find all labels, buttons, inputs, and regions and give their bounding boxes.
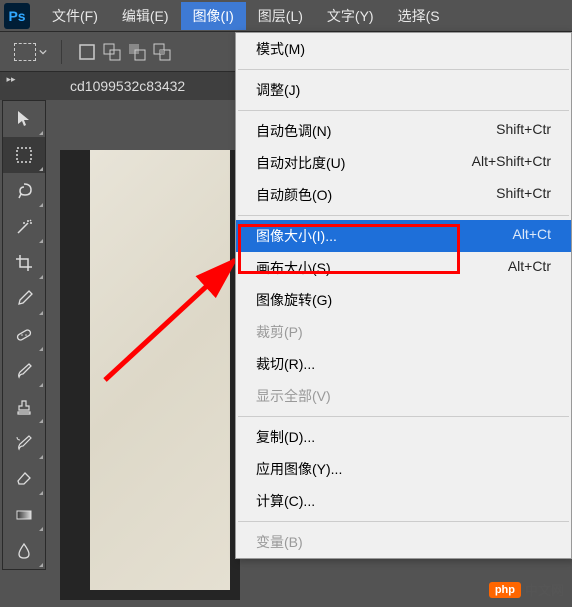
marquee-icon [14, 145, 34, 165]
menu-trim[interactable]: 裁切(R)... [236, 348, 571, 380]
menu-mode[interactable]: 模式(M) [236, 33, 571, 65]
healing-brush-tool[interactable] [3, 317, 45, 353]
clone-stamp-tool[interactable] [3, 389, 45, 425]
brush-icon [14, 361, 34, 381]
droplet-icon [14, 541, 34, 561]
menu-bar: Ps 文件(F) 编辑(E) 图像(I) 图层(L) 文字(Y) 选择(S [0, 0, 572, 32]
watermark: php 中文网 [489, 580, 564, 599]
menu-duplicate[interactable]: 复制(D)... [236, 421, 571, 453]
watermark-badge: php [489, 582, 521, 598]
menu-select[interactable]: 选择(S [386, 2, 452, 30]
lasso-icon [14, 181, 34, 201]
selection-new-icon[interactable] [76, 41, 98, 63]
menu-image-size[interactable]: 图像大小(I)...Alt+Ct [236, 220, 571, 252]
menu-file[interactable]: 文件(F) [40, 2, 110, 30]
eraser-tool[interactable] [3, 461, 45, 497]
crop-icon [14, 253, 34, 273]
eraser-icon [14, 469, 34, 489]
selection-intersect-icon[interactable] [151, 41, 173, 63]
menu-auto-tone[interactable]: 自动色调(N)Shift+Ctr [236, 115, 571, 147]
selection-add-icon[interactable] [101, 41, 123, 63]
selection-subtract-icon[interactable] [126, 41, 148, 63]
bandaid-icon [14, 325, 34, 345]
lasso-tool[interactable] [3, 173, 45, 209]
menu-auto-color[interactable]: 自动颜色(O)Shift+Ctr [236, 179, 571, 211]
history-brush-icon [14, 433, 34, 453]
menu-image[interactable]: 图像(I) [181, 2, 246, 30]
stamp-icon [14, 397, 34, 417]
menu-adjustments[interactable]: 调整(J) [236, 74, 571, 106]
brush-tool[interactable] [3, 353, 45, 389]
move-tool[interactable] [3, 101, 45, 137]
canvas-area [60, 150, 240, 600]
menu-variables: 变量(B) [236, 526, 571, 558]
menu-image-rotation[interactable]: 图像旋转(G) [236, 284, 571, 316]
watermark-text: 中文网 [525, 580, 564, 599]
menu-edit[interactable]: 编辑(E) [110, 2, 181, 30]
move-icon [14, 109, 34, 129]
blur-tool[interactable] [3, 533, 45, 569]
menu-canvas-size[interactable]: 画布大小(S)...Alt+Ctr [236, 252, 571, 284]
menu-reveal-all: 显示全部(V) [236, 380, 571, 412]
canvas[interactable] [90, 150, 230, 590]
magic-wand-tool[interactable] [3, 209, 45, 245]
expand-panel-icon[interactable]: ▸▸ [2, 72, 20, 86]
tool-preview-icon[interactable] [14, 41, 36, 63]
eyedropper-icon [14, 289, 34, 309]
menu-calculations[interactable]: 计算(C)... [236, 485, 571, 517]
menu-type[interactable]: 文字(Y) [315, 2, 386, 30]
menu-crop: 裁剪(P) [236, 316, 571, 348]
menu-auto-contrast[interactable]: 自动对比度(U)Alt+Shift+Ctr [236, 147, 571, 179]
tools-panel [2, 100, 46, 570]
crop-tool[interactable] [3, 245, 45, 281]
wand-icon [14, 217, 34, 237]
marquee-tool[interactable] [3, 137, 45, 173]
app-logo: Ps [4, 3, 30, 29]
history-brush-tool[interactable] [3, 425, 45, 461]
menu-layer[interactable]: 图层(L) [246, 2, 315, 30]
image-menu-dropdown: 模式(M) 调整(J) 自动色调(N)Shift+Ctr 自动对比度(U)Alt… [235, 32, 572, 559]
gradient-tool[interactable] [3, 497, 45, 533]
menu-apply-image[interactable]: 应用图像(Y)... [236, 453, 571, 485]
eyedropper-tool[interactable] [3, 281, 45, 317]
gradient-icon [14, 505, 34, 525]
document-tab[interactable]: cd1099532c83432 [60, 74, 195, 98]
chevron-down-icon[interactable] [39, 48, 47, 56]
